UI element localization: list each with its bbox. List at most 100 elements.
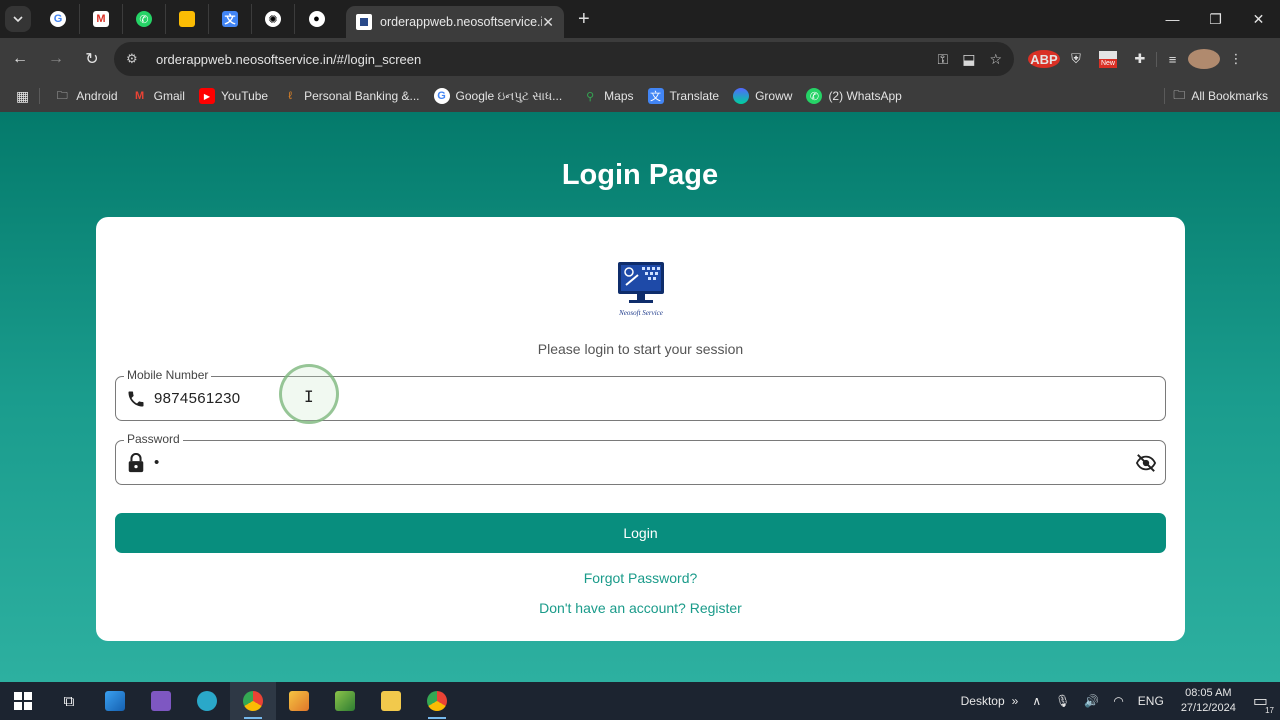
pinned-tab-github[interactable]: ●: [295, 4, 338, 34]
apps-grid-icon[interactable]: ▦: [16, 88, 29, 105]
folder-icon: [381, 691, 401, 711]
site-favicon: [356, 14, 372, 30]
language-indicator[interactable]: ENG: [1138, 694, 1164, 708]
bookmark-youtube[interactable]: ▶ YouTube: [198, 88, 268, 104]
notification-count: 17: [1265, 706, 1274, 715]
browser-toolbar: ← → ↻ ⚙ orderappweb.neosoftservice.in/#/…: [0, 38, 1280, 80]
taskbar-app-chrome[interactable]: [230, 682, 276, 720]
visibility-off-icon[interactable]: [1135, 453, 1157, 478]
forgot-password-link[interactable]: Forgot Password?: [96, 570, 1185, 586]
extensions-area: ABP ⛨ New ✚ ≡ ⋮: [1028, 49, 1252, 69]
task-view-icon: ⧉: [63, 692, 75, 710]
volume-icon[interactable]: 🔊: [1084, 694, 1099, 708]
password-field[interactable]: Password •: [115, 432, 1166, 485]
whatsapp-icon: ✆: [806, 88, 823, 104]
bookmark-label: Gmail: [153, 89, 185, 103]
bookmark-label: Personal Banking &...: [304, 89, 420, 103]
bookmark-gmail[interactable]: M Gmail: [132, 88, 185, 104]
bookmark-label: (2) WhatsApp: [828, 89, 902, 103]
site-info-icon[interactable]: ⚙: [126, 51, 146, 67]
bookmark-maps[interactable]: ⚲ Maps: [582, 88, 633, 104]
show-hidden-icons[interactable]: ∧: [1032, 694, 1041, 708]
text-cursor-icon: I: [304, 387, 314, 406]
chrome-icon: [243, 691, 263, 711]
close-tab-icon[interactable]: ✕: [542, 14, 554, 31]
mobile-number-field[interactable]: Mobile Number 9874561230: [115, 368, 1166, 421]
lock-icon: [118, 452, 154, 473]
bookmark-personal-banking[interactable]: ℓ Personal Banking &...: [282, 88, 419, 104]
keep-icon: [179, 11, 195, 27]
taskbar-app-computer[interactable]: [92, 682, 138, 720]
taskbar-app-notepad[interactable]: [322, 682, 368, 720]
taskbar-app-contacts[interactable]: [184, 682, 230, 720]
taskbar-app-chrome-2[interactable]: [414, 682, 460, 720]
bookmark-android[interactable]: 🗀 Android: [54, 88, 118, 104]
shield-extension-icon[interactable]: ⛨: [1060, 51, 1092, 67]
forward-button[interactable]: →: [40, 43, 72, 75]
chatgpt-icon: ✺: [265, 11, 281, 27]
all-bookmarks-label: All Bookmarks: [1191, 89, 1268, 103]
adblock-extension[interactable]: ABP: [1028, 50, 1060, 68]
taskbar-app-paint[interactable]: [276, 682, 322, 720]
new-tab-button[interactable]: +: [578, 8, 590, 31]
install-app-icon[interactable]: ⬓: [962, 51, 975, 68]
register-link[interactable]: Don't have an account? Register: [96, 600, 1185, 616]
avatar: [1188, 49, 1220, 69]
clock[interactable]: 08:05 AM 27/12/2024: [1181, 686, 1236, 716]
back-button[interactable]: ←: [4, 43, 36, 75]
bookmark-google-input[interactable]: G Google ઇનપુટ સાધ...: [433, 88, 562, 104]
computer-icon: [105, 691, 125, 711]
mobile-number-input[interactable]: 9874561230: [154, 390, 240, 407]
active-tab-title: orderappweb.neosoftservice.in: [380, 15, 543, 29]
bookmark-groww[interactable]: Groww: [733, 88, 792, 104]
phone-icon: [118, 389, 154, 409]
extensions-puzzle-icon[interactable]: ✚: [1124, 51, 1156, 67]
bookmark-whatsapp[interactable]: ✆ (2) WhatsApp: [806, 88, 902, 104]
password-key-icon[interactable]: ⚿: [938, 51, 949, 68]
pinned-tab-translate[interactable]: 文: [209, 4, 252, 34]
tab-search-button[interactable]: [5, 6, 31, 32]
login-button[interactable]: Login: [115, 513, 1166, 553]
pinned-tab-whatsapp[interactable]: ✆: [123, 4, 166, 34]
double-chevron-icon[interactable]: »: [1012, 694, 1019, 708]
active-tab[interactable]: orderappweb.neosoftservice.in ✕: [346, 6, 564, 38]
taskbar-app-visual-studio[interactable]: [138, 682, 184, 720]
new-extension[interactable]: New: [1092, 50, 1124, 68]
translate-icon: 文: [222, 11, 238, 27]
pinned-tab-keep[interactable]: [166, 4, 209, 34]
google-icon: G: [50, 11, 66, 27]
svg-text:Neosoft Service: Neosoft Service: [618, 309, 663, 317]
reading-list-icon[interactable]: ≡: [1156, 51, 1188, 67]
microphone-icon[interactable]: 🎙: [1055, 694, 1070, 708]
address-bar[interactable]: ⚙ orderappweb.neosoftservice.in/#/login_…: [114, 42, 1014, 76]
taskbar-app-file-explorer[interactable]: [368, 682, 414, 720]
desktop-toolbar-label[interactable]: Desktop: [961, 694, 1005, 708]
groww-icon: [733, 88, 750, 104]
password-input[interactable]: •: [154, 454, 160, 471]
bookmarks-divider: [39, 88, 41, 104]
bookmark-star-icon[interactable]: ☆: [989, 51, 1002, 68]
password-label: Password: [124, 432, 183, 446]
restore-icon[interactable]: ❐: [1194, 0, 1237, 38]
folder-icon: 🗀: [56, 89, 68, 102]
task-view-button[interactable]: ⧉: [46, 682, 92, 720]
pinned-tab-chatgpt[interactable]: ✺: [252, 4, 295, 34]
profile-avatar[interactable]: [1188, 49, 1220, 69]
pinned-tab-google[interactable]: G: [37, 4, 80, 34]
address-bar-url[interactable]: orderappweb.neosoftservice.in/#/login_sc…: [156, 52, 924, 67]
windows-icon: [14, 692, 32, 710]
browser-tab-strip: G M ✆ 文 ✺ ● orderappweb.neosoftservice.i…: [0, 0, 1280, 38]
google-icon: G: [433, 88, 450, 104]
notifications-button[interactable]: ▭ 17: [1253, 691, 1274, 715]
start-button[interactable]: [0, 682, 46, 720]
browser-menu-icon[interactable]: ⋮: [1220, 51, 1252, 67]
clock-date: 27/12/2024: [1180, 702, 1236, 714]
wifi-icon[interactable]: ◠: [1113, 694, 1123, 708]
close-window-icon[interactable]: ✕: [1237, 0, 1280, 38]
system-tray: Desktop » ∧ 🎙 🔊 ◠ ENG 08:05 AM 27/12/202…: [954, 682, 1280, 720]
all-bookmarks[interactable]: 🗀 All Bookmarks: [1154, 86, 1268, 107]
minimize-icon[interactable]: —: [1151, 0, 1194, 38]
pinned-tab-gmail[interactable]: M: [80, 4, 123, 34]
bookmark-translate[interactable]: 文 Translate: [647, 88, 719, 104]
reload-button[interactable]: ↻: [76, 43, 108, 75]
